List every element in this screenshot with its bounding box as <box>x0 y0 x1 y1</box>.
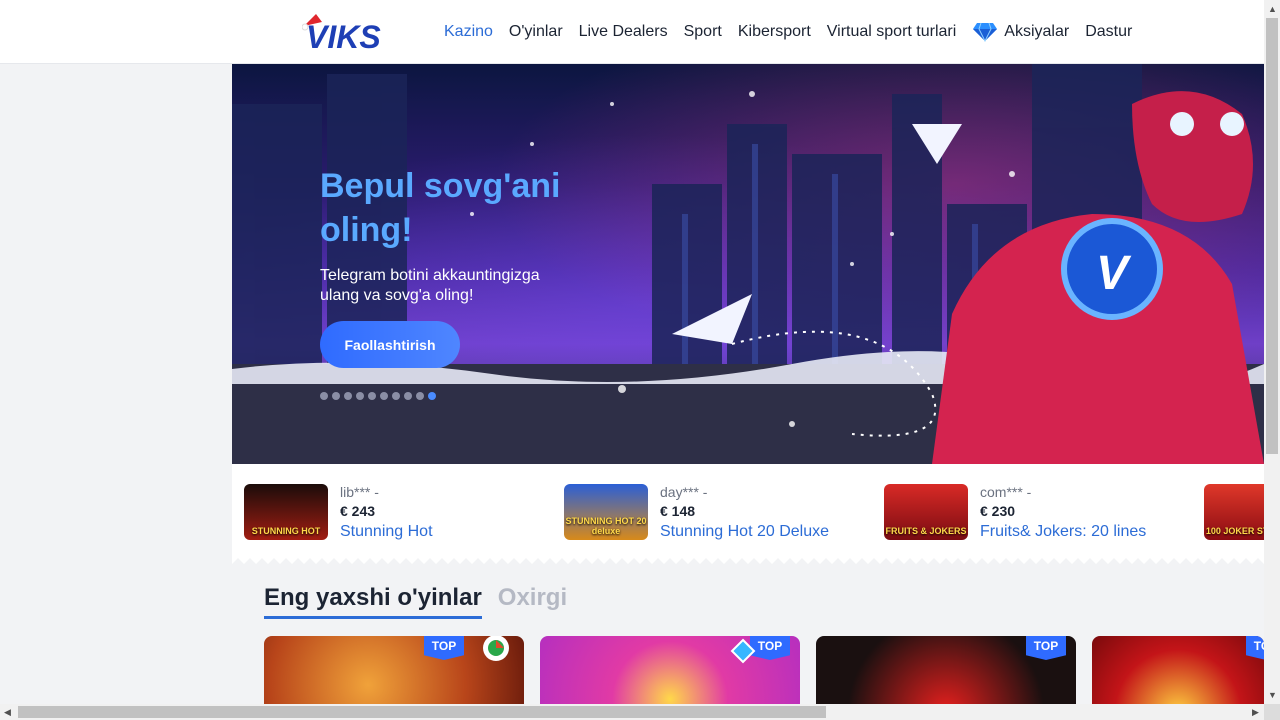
carousel-dot[interactable] <box>332 392 340 400</box>
recent-winners-strip: STUNNING HOT lib*** - € 243 Stunning Hot… <box>232 464 1264 564</box>
carousel-dot[interactable] <box>320 392 328 400</box>
game-card[interactable]: TOP <box>1092 636 1264 706</box>
carousel-dot[interactable] <box>356 392 364 400</box>
game-thumbnail[interactable]: 100 JOKER STAXX <box>1204 484 1264 540</box>
top-badge: TOP <box>1246 636 1264 660</box>
winner-item[interactable]: STUNNING HOT lib*** - € 243 Stunning Hot <box>244 484 433 542</box>
scrollbar-corner <box>1264 704 1280 720</box>
winner-item[interactable]: STUNNING HOT 20 deluxe day*** - € 148 St… <box>564 484 829 542</box>
carousel-dots <box>320 392 436 400</box>
carousel-dot[interactable] <box>416 392 424 400</box>
scroll-up-icon[interactable]: ▲ <box>1268 4 1277 14</box>
svg-text:V: V <box>1096 247 1132 300</box>
game-card[interactable]: TOP <box>264 636 524 706</box>
tab-best-games[interactable]: Eng yaxshi o'yinlar <box>264 584 482 619</box>
scroll-down-icon[interactable]: ▼ <box>1268 690 1277 700</box>
horizontal-scrollbar-thumb[interactable] <box>18 706 826 718</box>
diamond-icon <box>973 22 998 42</box>
carousel-dot[interactable] <box>380 392 388 400</box>
city-skyline-illustration: V <box>232 64 1264 464</box>
games-tabs: Eng yaxshi o'yinlar Oxirgi <box>264 584 567 619</box>
top-header: VIKS Kazino O'yinlar Live Dealers Sport … <box>0 0 1264 64</box>
carousel-dot[interactable] <box>344 392 352 400</box>
winner-amount: € 148 <box>660 503 696 519</box>
nav-item-kazino[interactable]: Kazino <box>436 23 501 41</box>
top-badge: TOP <box>424 636 464 660</box>
winner-game-link[interactable]: Stunning Hot <box>340 522 433 542</box>
game-card[interactable]: TOP <box>816 636 1076 706</box>
provider-icon <box>483 636 509 661</box>
game-card[interactable]: TOP <box>540 636 800 706</box>
winner-item[interactable]: FRUITS & JOKERS com*** - € 230 Fruits& J… <box>884 484 1146 542</box>
gem-icon <box>730 638 756 664</box>
nav-item-live-dealers[interactable]: Live Dealers <box>571 23 676 41</box>
scroll-left-icon[interactable]: ◀ <box>4 707 11 718</box>
winner-game-link[interactable]: Fruits& Jokers: 20 lines <box>980 522 1146 542</box>
logo-text: VIKS <box>306 19 381 52</box>
scroll-right-icon[interactable]: ▶ <box>1252 707 1259 718</box>
viks-logo[interactable]: VIKS <box>302 12 394 52</box>
nav-item-kibersport[interactable]: Kibersport <box>730 23 819 41</box>
winner-amount: € 230 <box>980 503 1016 519</box>
carousel-dot[interactable] <box>428 392 436 400</box>
carousel-dot[interactable] <box>404 392 412 400</box>
nav-item-dastur[interactable]: Dastur <box>1077 23 1140 41</box>
carousel-dot[interactable] <box>368 392 376 400</box>
promo-banner: V Bepul sovg'ani oling! Telegram botini … <box>232 64 1264 464</box>
main-nav: Kazino O'yinlar Live Dealers Sport Kiber… <box>436 0 1140 64</box>
carousel-dot[interactable] <box>392 392 400 400</box>
winner-game-link[interactable]: Stunning Hot 20 Deluxe <box>660 522 829 542</box>
game-thumbnail[interactable]: FRUITS & JOKERS <box>884 484 968 540</box>
nav-item-sport[interactable]: Sport <box>676 23 730 41</box>
nav-item-oyinlar[interactable]: O'yinlar <box>501 23 571 41</box>
zigzag-divider <box>232 558 1264 564</box>
winner-item[interactable]: 100 JOKER STAXX <box>1204 484 1264 542</box>
vertical-scrollbar-thumb[interactable] <box>1266 18 1278 454</box>
top-badge: TOP <box>750 636 790 660</box>
winner-user: day*** - <box>660 484 708 500</box>
game-thumbnail[interactable]: STUNNING HOT 20 deluxe <box>564 484 648 540</box>
top-badge: TOP <box>1026 636 1066 660</box>
banner-subtitle: Telegram botini akkauntingizga ulang va … <box>320 267 540 304</box>
winner-user: lib*** - <box>340 484 379 500</box>
activate-button[interactable]: Faollashtirish <box>320 321 460 368</box>
tab-recent[interactable]: Oxirgi <box>498 584 567 619</box>
game-thumbnail[interactable]: STUNNING HOT <box>244 484 328 540</box>
nav-item-virtual-sport[interactable]: Virtual sport turlari <box>819 23 965 41</box>
banner-title: Bepul sovg'ani oling! <box>320 167 561 249</box>
winner-amount: € 243 <box>340 503 376 519</box>
nav-item-aksiyalar[interactable]: Aksiyalar <box>964 22 1077 42</box>
winner-user: com*** - <box>980 484 1032 500</box>
